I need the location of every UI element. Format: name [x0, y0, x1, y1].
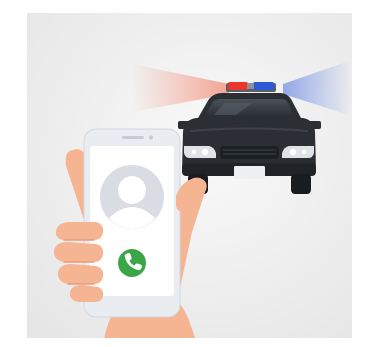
emergency-call-illustration [27, 13, 352, 338]
right-headlight [282, 146, 314, 158]
phone-speaker [122, 136, 144, 139]
illustration-stage [0, 0, 379, 347]
license-plate [234, 166, 265, 179]
right-tire [291, 174, 311, 194]
siren-light-icon [226, 82, 276, 92]
phone-call-icon[interactable] [118, 249, 146, 277]
user-avatar-icon [100, 165, 164, 229]
car-grille [220, 146, 279, 159]
left-headlight [184, 146, 216, 158]
phone-camera [149, 135, 153, 140]
